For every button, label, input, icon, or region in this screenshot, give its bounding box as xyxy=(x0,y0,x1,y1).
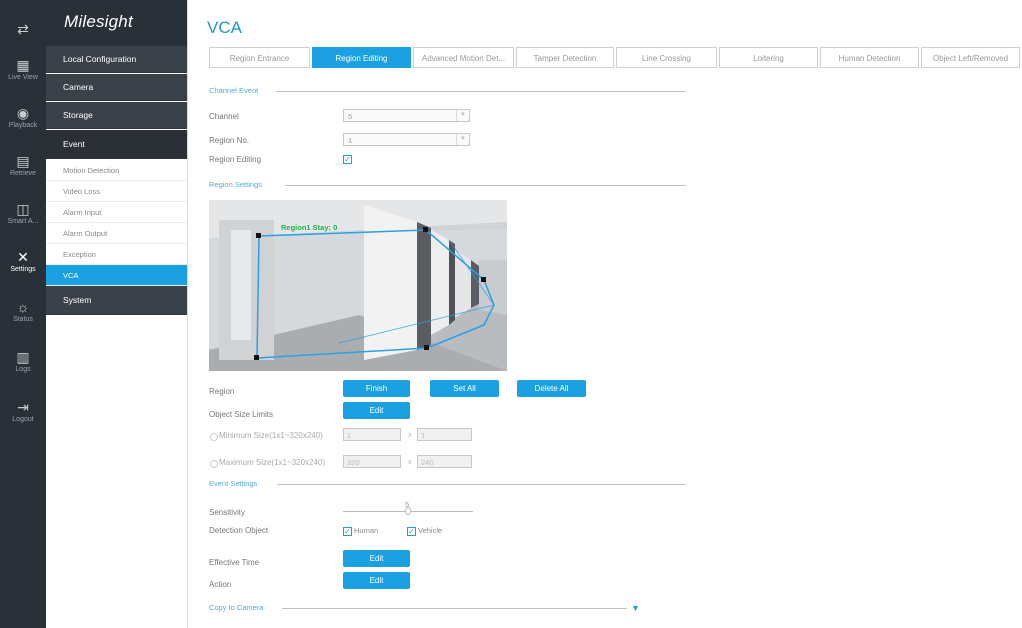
menu-exception[interactable]: Exception xyxy=(46,244,187,265)
tab-human-detection[interactable]: Human Detection xyxy=(820,47,919,68)
menu-video-loss[interactable]: Video Loss xyxy=(46,181,187,202)
iconbar-item[interactable]: ◉ Playback xyxy=(0,106,46,129)
human-checkbox[interactable]: ✓ xyxy=(343,527,352,536)
iconbar-item[interactable]: ▥ Logs xyxy=(0,350,46,373)
set-all-button[interactable]: Set All xyxy=(430,380,499,397)
vehicle-label: Vehicle xyxy=(418,526,443,535)
tab-loitering[interactable]: Loitering xyxy=(719,47,818,68)
chevron-down-icon: ▼ xyxy=(456,110,469,121)
section-title-channel-event: Channel Event xyxy=(209,86,259,95)
times-sign: x xyxy=(408,457,412,466)
camera-preview[interactable]: Region1 Stay: 0 xyxy=(209,200,507,371)
channel-select[interactable]: 5 ▼ xyxy=(343,109,470,122)
copy-to-camera-title[interactable]: Copy to Camera xyxy=(209,603,264,612)
tab-line-crossing[interactable]: Line Crossing xyxy=(616,47,717,68)
region-editing-checkbox[interactable]: ✓ xyxy=(343,155,352,164)
iconbar-label: Retrieve xyxy=(9,170,37,177)
max-size-label: Maximum Size(1x1~320x240) xyxy=(219,458,326,467)
iconbar-item[interactable]: ▤ Retrieve xyxy=(0,154,46,177)
finish-button[interactable]: Finish xyxy=(343,380,410,397)
detection-object-label: Detection Object xyxy=(209,526,269,535)
logs-icon: ▥ xyxy=(16,349,30,365)
max-height-input[interactable]: 240 xyxy=(417,455,472,468)
min-size-label: Minimum Size(1x1~320x240) xyxy=(219,431,323,440)
menu-vca[interactable]: VCA xyxy=(46,265,187,286)
menu-motion-detection[interactable]: Motion Detection xyxy=(46,160,187,181)
settings-icon: ✕ xyxy=(17,249,29,265)
tab-region-entrance[interactable]: Region Entrance xyxy=(209,47,310,68)
channel-label: Channel xyxy=(209,112,239,121)
iconbar-label: Playback xyxy=(8,122,38,129)
region-no-label: Region No. xyxy=(209,136,250,145)
tab-advanced-motion-detection[interactable]: Advanced Motion Det... xyxy=(413,47,514,68)
retrieve-icon: ▤ xyxy=(16,153,30,169)
menu-camera[interactable]: Camera xyxy=(46,74,187,101)
max-width-input[interactable]: 320 xyxy=(343,455,401,468)
menu-local-configuration[interactable]: Local Configuration xyxy=(46,46,187,73)
region-no-value: 1 xyxy=(348,136,353,145)
smart-analytics-icon: ◫ xyxy=(16,201,30,217)
camera-scene: Region1 Stay: 0 xyxy=(209,200,507,371)
page-title: VCA xyxy=(207,18,242,37)
menu-alarm-input[interactable]: Alarm Input xyxy=(46,202,187,223)
menu-event[interactable]: Event xyxy=(46,130,187,159)
section-divider xyxy=(285,185,686,186)
iconbar-label: Logout xyxy=(12,416,34,423)
iconbar-item[interactable]: ☼ Status xyxy=(0,300,46,323)
object-size-edit-button[interactable]: Edit xyxy=(343,402,410,419)
iconbar-label: Status xyxy=(13,316,33,323)
logout-icon: ⇥ xyxy=(17,399,29,415)
section-divider xyxy=(277,484,686,485)
menu-storage[interactable]: Storage xyxy=(46,102,187,129)
channel-value: 5 xyxy=(348,112,353,121)
section-title-region-settings: Region Settings xyxy=(209,180,262,189)
toggle-menu-icon: ⇄ xyxy=(17,21,29,37)
region-editing-label: Region Editing xyxy=(209,155,262,164)
tab-region-editing[interactable]: Region Editing xyxy=(312,47,411,68)
iconbar-item[interactable]: ▦ Live View xyxy=(0,58,46,81)
iconbar-label: Logs xyxy=(15,366,31,373)
section-divider xyxy=(276,91,686,92)
action-edit-button[interactable]: Edit xyxy=(343,572,410,589)
icon-sidebar: ⇄ ▦ Live View ◉ Playback ▤ Retrieve ◫ Smart A...… xyxy=(0,0,46,628)
sensitivity-label: Sensitivity xyxy=(209,508,246,517)
effective-time-label: Effective Time xyxy=(209,558,260,567)
action-label: Action xyxy=(209,580,232,589)
iconbar-label: Live View xyxy=(8,74,38,81)
iconbar-item[interactable]: ⇄ xyxy=(0,22,46,38)
sidebar-divider xyxy=(187,0,188,628)
iconbar-label: Smart A... xyxy=(7,218,39,225)
section-title-event-settings: Event Settings xyxy=(209,479,258,488)
effective-time-edit-button[interactable]: Edit xyxy=(343,550,410,567)
live-view-icon: ▦ xyxy=(16,57,30,73)
region-overlay-label: Region1 Stay: 0 xyxy=(281,223,337,232)
brand-logo: Milesight xyxy=(64,12,133,31)
chevron-down-icon: ▼ xyxy=(456,134,469,145)
expand-triangle-icon[interactable]: ▼ xyxy=(631,603,640,613)
min-size-radio[interactable] xyxy=(210,433,218,441)
max-size-radio[interactable] xyxy=(210,460,218,468)
min-height-input[interactable]: 1 xyxy=(417,428,472,441)
human-label: Human xyxy=(354,526,379,535)
delete-all-button[interactable]: Delete All xyxy=(517,380,586,397)
iconbar-item[interactable]: ⇥ Logout xyxy=(0,400,46,423)
iconbar-item[interactable]: ◫ Smart A... xyxy=(0,202,46,225)
menu-system[interactable]: System xyxy=(46,286,187,315)
status-icon: ☼ xyxy=(16,299,30,315)
region-label: Region xyxy=(209,387,235,396)
iconbar-item[interactable]: ✕ Settings xyxy=(0,244,46,282)
vehicle-checkbox[interactable]: ✓ xyxy=(407,527,416,536)
times-sign: x xyxy=(408,430,412,439)
iconbar-label: Settings xyxy=(10,266,36,273)
sensitivity-slider-thumb[interactable] xyxy=(405,507,411,515)
tab-tamper-detection[interactable]: Tamper Detection xyxy=(516,47,614,68)
menu-alarm-output[interactable]: Alarm Output xyxy=(46,223,187,244)
playback-icon: ◉ xyxy=(16,105,30,121)
region-no-select[interactable]: 1 ▼ xyxy=(343,133,470,146)
min-width-input[interactable]: 1 xyxy=(343,428,401,441)
object-size-limits-label: Object Size Limits xyxy=(209,410,274,419)
section-divider xyxy=(282,608,627,609)
tab-object-left-removed[interactable]: Object Left/Removed xyxy=(921,47,1020,68)
